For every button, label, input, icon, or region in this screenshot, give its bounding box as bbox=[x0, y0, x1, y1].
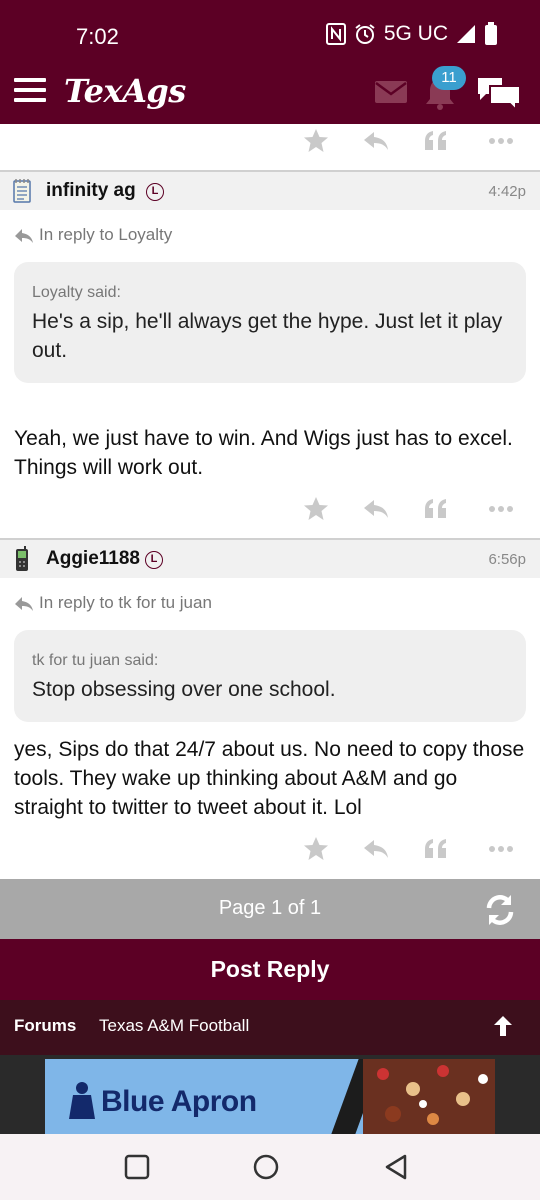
reply-icon[interactable] bbox=[361, 126, 391, 156]
texags-logo[interactable]: TexAgs bbox=[64, 72, 186, 110]
post-header: infinity ag L 4:42p bbox=[0, 172, 540, 210]
ad-container: Blue Apron bbox=[0, 1055, 540, 1134]
post-body: Yeah, we just have to win. And Wigs just… bbox=[14, 427, 513, 479]
menu-icon[interactable] bbox=[14, 78, 46, 102]
post-actions bbox=[0, 834, 540, 864]
quote-attribution: Loyalty said: bbox=[32, 284, 121, 301]
star-icon[interactable] bbox=[301, 834, 331, 864]
post-header: Aggie1188 L 6:56p bbox=[0, 540, 540, 578]
reply-icon[interactable] bbox=[361, 494, 391, 524]
refresh-icon[interactable] bbox=[482, 892, 518, 928]
nfc-icon bbox=[325, 23, 346, 45]
battery-icon bbox=[485, 22, 497, 45]
status-icons: 5G UC bbox=[325, 22, 498, 46]
more-icon[interactable] bbox=[486, 834, 516, 864]
quote-icon[interactable] bbox=[421, 494, 451, 524]
quote-block: Loyalty said: He's a sip, he'll always g… bbox=[14, 262, 526, 383]
ad-food-image bbox=[363, 1059, 495, 1134]
lifetime-badge: L bbox=[146, 183, 164, 201]
breadcrumb-board[interactable]: Texas A&M Football bbox=[99, 1016, 249, 1036]
network-label: 5G UC bbox=[383, 22, 448, 45]
phone-icon bbox=[16, 546, 28, 571]
status-time: 7:02 bbox=[76, 24, 119, 49]
alarm-icon bbox=[355, 24, 375, 44]
system-nav-bar bbox=[0, 1134, 540, 1200]
quote-icon[interactable] bbox=[421, 834, 451, 864]
quote-block: tk for tu juan said: Stop obsessing over… bbox=[14, 630, 526, 722]
scroll-top-icon[interactable] bbox=[492, 1014, 514, 1038]
signal-icon bbox=[457, 25, 475, 43]
page-indicator[interactable]: Page 1 of 1 bbox=[0, 897, 540, 920]
post-actions bbox=[0, 126, 540, 156]
apron-logo-icon bbox=[69, 1082, 95, 1119]
notification-badge[interactable]: 11 bbox=[432, 66, 466, 90]
quote-text: Stop obsessing over one school. bbox=[32, 678, 336, 701]
home-icon[interactable] bbox=[253, 1154, 279, 1180]
mail-icon[interactable] bbox=[374, 80, 408, 104]
status-bar: 7:02 5G UC bbox=[0, 0, 540, 66]
app-header: TexAgs 11 bbox=[0, 66, 540, 124]
recents-icon[interactable] bbox=[124, 1154, 150, 1180]
pager-bar: Page 1 of 1 bbox=[0, 879, 540, 939]
post-time: 6:56p bbox=[488, 551, 526, 568]
quote-icon[interactable] bbox=[421, 126, 451, 156]
post-reply-button[interactable]: Post Reply bbox=[0, 939, 540, 1000]
ad-brand: Blue Apron bbox=[101, 1085, 257, 1118]
post-username[interactable]: Aggie1188 bbox=[46, 548, 140, 570]
notepad-icon bbox=[13, 179, 31, 203]
post-username[interactable]: infinity ag bbox=[46, 180, 136, 202]
quote-text: He's a sip, he'll always get the hype. J… bbox=[32, 310, 503, 362]
more-icon[interactable] bbox=[486, 126, 516, 156]
reply-arrow-icon bbox=[15, 597, 33, 611]
lifetime-badge: L bbox=[145, 551, 163, 569]
star-icon[interactable] bbox=[301, 494, 331, 524]
post-body: yes, Sips do that 24/7 about us. No need… bbox=[14, 738, 525, 819]
chat-icon[interactable] bbox=[476, 74, 522, 112]
ad-banner[interactable]: Blue Apron bbox=[45, 1059, 495, 1134]
reply-icon[interactable] bbox=[361, 834, 391, 864]
star-icon[interactable] bbox=[301, 126, 331, 156]
breadcrumb-forums[interactable]: Forums bbox=[14, 1016, 76, 1036]
back-icon[interactable] bbox=[383, 1154, 409, 1180]
post-actions bbox=[0, 494, 540, 524]
post-time: 4:42p bbox=[488, 183, 526, 200]
quote-attribution: tk for tu juan said: bbox=[32, 652, 159, 669]
in-reply-to-link[interactable]: In reply to tk for tu juan bbox=[14, 593, 314, 615]
more-icon[interactable] bbox=[486, 494, 516, 524]
in-reply-to-link[interactable]: In reply to Loyalty bbox=[14, 225, 314, 247]
reply-arrow-icon bbox=[15, 229, 33, 243]
breadcrumb: Forums Texas A&M Football bbox=[0, 1000, 540, 1055]
